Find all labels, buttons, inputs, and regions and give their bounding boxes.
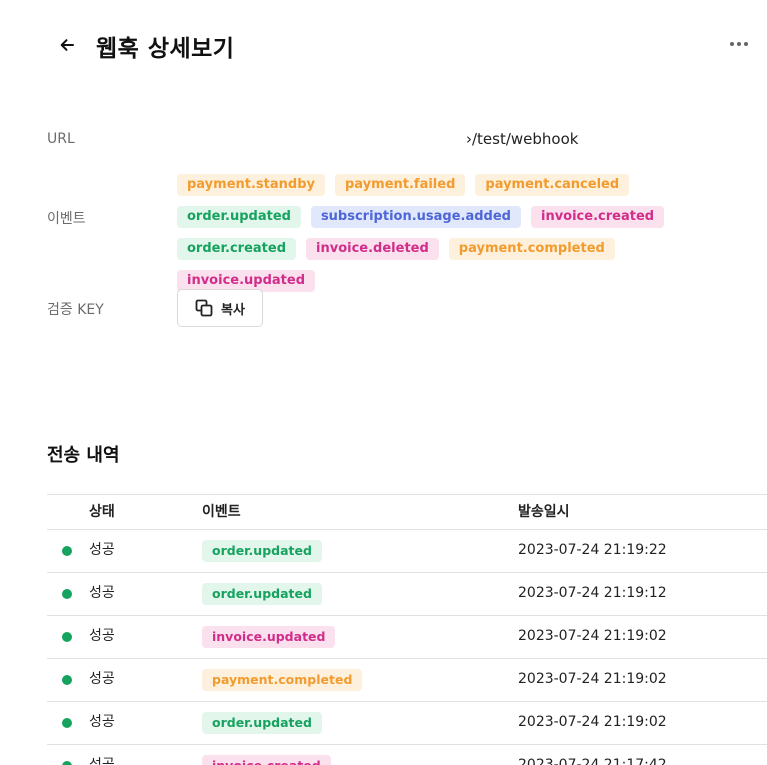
- event-tag: payment.canceled: [475, 174, 630, 196]
- history-table: 상태 이벤트 발송일시 성공 order.updated 2023-07-24 21…: [47, 494, 767, 765]
- copy-button-label: 복사: [221, 302, 245, 318]
- status-text: 성공: [89, 542, 115, 558]
- event-badge: order.updated: [202, 540, 322, 562]
- table-body: 성공 order.updated 2023-07-24 21:19:22 성공 orde…: [47, 530, 767, 765]
- table-row[interactable]: 성공 payment.completed 2023-07-24 21:19:02: [47, 659, 767, 702]
- sent-at-text: 2023-07-24 21:17:42: [518, 757, 667, 765]
- status-text: 성공: [89, 585, 115, 601]
- page-title: 웹훅 상세보기: [96, 36, 235, 62]
- status-text: 성공: [89, 628, 115, 644]
- table-row[interactable]: 성공 invoice.updated 2023-07-24 21:19:02: [47, 616, 767, 659]
- page-header: 웹훅 상세보기: [0, 0, 767, 90]
- verification-key-label: 검증 KEY: [47, 302, 104, 318]
- status-text: 성공: [89, 671, 115, 687]
- sent-at-text: 2023-07-24 21:19:12: [518, 585, 667, 601]
- status-dot-icon: [62, 546, 72, 556]
- event-badge: invoice.updated: [202, 626, 336, 648]
- table-row[interactable]: 성공 order.updated 2023-07-24 21:19:12: [47, 573, 767, 616]
- url-label: URL: [47, 131, 75, 147]
- history-section-title: 전송 내역: [47, 445, 120, 466]
- more-options-button[interactable]: [726, 34, 752, 54]
- table-row[interactable]: 성공 order.updated 2023-07-24 21:19:22: [47, 530, 767, 573]
- copy-key-button[interactable]: 복사: [177, 289, 263, 327]
- copy-icon: [195, 299, 213, 317]
- status-text: 성공: [89, 757, 115, 765]
- sent-at-text: 2023-07-24 21:19:22: [518, 542, 667, 558]
- table-row[interactable]: 성공 invoice.created 2023-07-24 21:17:42: [47, 745, 767, 765]
- ellipsis-icon: [730, 42, 748, 46]
- event-tag: payment.failed: [335, 174, 466, 196]
- event-badge: order.updated: [202, 712, 322, 734]
- event-tag: order.created: [177, 238, 297, 260]
- arrow-left-icon: [60, 39, 74, 51]
- event-tag: order.updated: [177, 206, 301, 228]
- status-dot-icon: [62, 632, 72, 642]
- event-tag: subscription.usage.added: [310, 206, 521, 228]
- column-header-status: 상태: [89, 504, 115, 520]
- event-tag: invoice.deleted: [306, 238, 439, 260]
- status-dot-icon: [62, 589, 72, 599]
- table-header: 상태 이벤트 발송일시: [47, 494, 767, 530]
- sent-at-text: 2023-07-24 21:19:02: [518, 671, 667, 687]
- status-dot-icon: [62, 718, 72, 728]
- status-dot-icon: [62, 675, 72, 685]
- sent-at-text: 2023-07-24 21:19:02: [518, 714, 667, 730]
- events-label: 이벤트: [47, 211, 86, 227]
- status-text: 성공: [89, 714, 115, 730]
- column-header-sent-at: 발송일시: [518, 504, 570, 520]
- status-dot-icon: [62, 761, 72, 765]
- event-tag: payment.standby: [177, 174, 325, 196]
- event-tag: invoice.created: [530, 206, 665, 228]
- event-badge: payment.completed: [202, 669, 363, 691]
- event-tag: payment.completed: [448, 238, 615, 260]
- event-badge: invoice.created: [202, 755, 331, 765]
- column-header-event: 이벤트: [202, 504, 241, 520]
- event-tag-list: payment.standby payment.failed payment.can…: [177, 174, 737, 292]
- table-row[interactable]: 성공 order.updated 2023-07-24 21:19:02: [47, 702, 767, 745]
- back-button[interactable]: [56, 34, 78, 56]
- sent-at-text: 2023-07-24 21:19:02: [518, 628, 667, 644]
- url-value: ›/test/webhook: [466, 130, 579, 148]
- event-badge: order.updated: [202, 583, 322, 605]
